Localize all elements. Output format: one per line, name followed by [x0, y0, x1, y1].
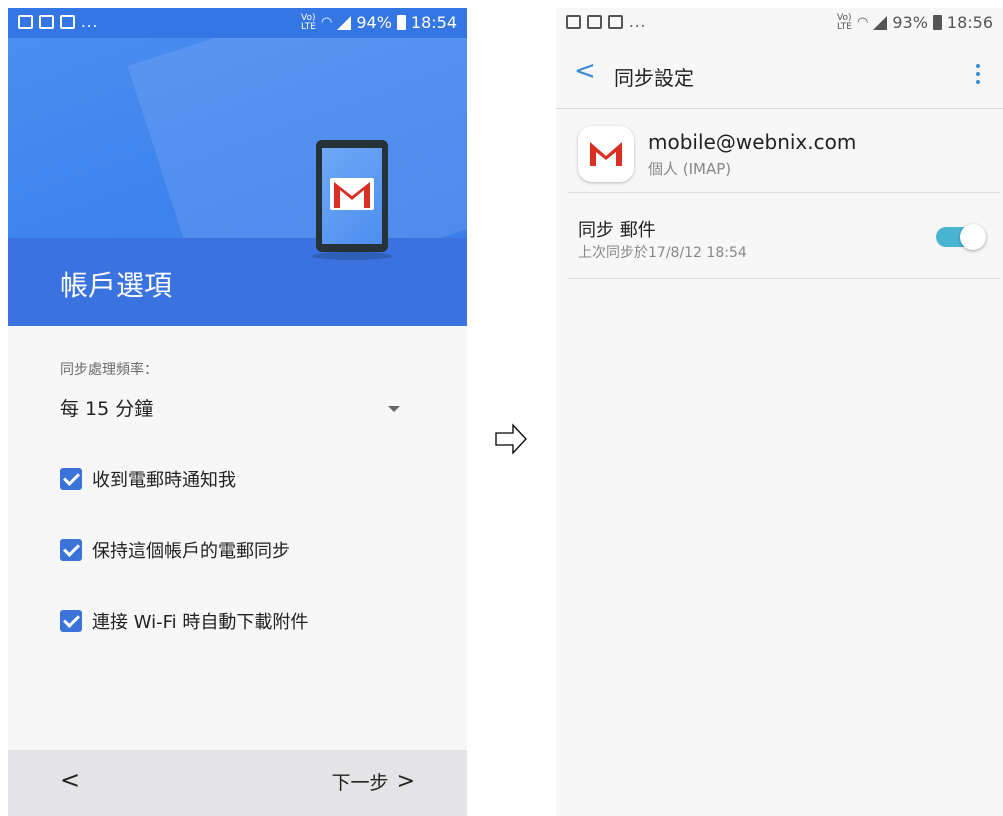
chevron-right-icon: > [396, 769, 415, 794]
sync-account-label: 保持這個帳戶的電郵同步 [92, 541, 290, 562]
sync-mail-row[interactable]: 同步 郵件 上次同步於17/8/12 18:54 [568, 194, 1000, 279]
app-bar: < 同步設定 [556, 38, 1003, 109]
status-bar: ... Vo) LTE ◠ 94% 18:54 [8, 8, 467, 38]
more-notifications: ... [629, 13, 647, 31]
wifi-icon: ◠ [320, 15, 333, 30]
battery-icon [932, 15, 942, 30]
account-type: 個人 (IMAP) [648, 160, 732, 178]
instagram-notification-icon [608, 15, 623, 29]
sync-mail-toggle[interactable] [936, 224, 986, 250]
more-notifications: ... [81, 13, 99, 31]
left-phone-screen: ... Vo) LTE ◠ 94% 18:54 帳戶選項 同步處理頻率： 每 1… [8, 8, 467, 816]
battery-percent: 93% [892, 13, 928, 32]
last-sync-time: 上次同步於17/8/12 18:54 [578, 245, 747, 261]
notify-on-email-option[interactable]: 收到電郵時通知我 [60, 466, 236, 492]
next-button[interactable]: 下一步 > [332, 768, 415, 795]
exit-notification-icon [60, 15, 75, 29]
volte-icon: Vo) LTE [301, 12, 316, 32]
gmail-app-icon [578, 126, 634, 182]
back-button[interactable]: < [60, 766, 80, 794]
signal-icon [873, 15, 888, 30]
battery-icon [396, 15, 406, 30]
account-email: mobile@webnix.com [648, 130, 857, 154]
transition-arrow-icon [495, 422, 527, 456]
status-bar: ... Vo) LTE ◠ 93% 18:56 [556, 8, 1003, 38]
page-title: 帳戶選項 [60, 269, 173, 302]
wizard-footer: < 下一步 > [8, 750, 467, 816]
right-phone-screen: ... Vo) LTE ◠ 93% 18:56 < 同步設定 mobile@web… [556, 8, 1003, 816]
sync-frequency-label: 同步處理頻率： [60, 362, 158, 378]
auto-download-label: 連接 Wi-Fi 時自動下載附件 [92, 612, 309, 633]
next-label: 下一步 [331, 772, 389, 794]
page-title: 同步設定 [614, 66, 694, 90]
sync-account-checkbox[interactable] [60, 539, 82, 561]
notify-label: 收到電郵時通知我 [92, 470, 236, 491]
mail-notification-icon [587, 15, 602, 29]
wifi-icon: ◠ [856, 15, 869, 30]
dropdown-caret-icon[interactable] [388, 406, 400, 412]
account-options-header: 帳戶選項 [8, 38, 467, 326]
account-row[interactable]: mobile@webnix.com 個人 (IMAP) [568, 114, 1000, 193]
instagram-notification-icon [39, 15, 54, 29]
clock: 18:56 [946, 13, 993, 32]
device-illustration [312, 140, 392, 260]
gmail-envelope-icon [330, 178, 374, 210]
auto-download-attachments-option[interactable]: 連接 Wi-Fi 時自動下載附件 [60, 608, 308, 634]
sync-account-option[interactable]: 保持這個帳戶的電郵同步 [60, 537, 290, 563]
signal-icon [337, 15, 352, 30]
gallery-notification-icon [18, 15, 33, 29]
battery-percent: 94% [356, 13, 392, 32]
more-options-icon[interactable] [976, 64, 981, 88]
sync-mail-title: 同步 郵件 [578, 220, 656, 241]
sync-frequency-dropdown[interactable]: 每 15 分鐘 [60, 394, 153, 421]
back-chevron-icon[interactable]: < [574, 56, 596, 86]
notify-checkbox[interactable] [60, 468, 82, 490]
volte-icon: Vo) LTE [837, 12, 852, 32]
clock: 18:54 [410, 13, 457, 32]
gallery-notification-icon [566, 15, 581, 29]
auto-download-checkbox[interactable] [60, 610, 82, 632]
options-panel: 同步處理頻率： 每 15 分鐘 收到電郵時通知我 保持這個帳戶的電郵同步 連接 … [8, 326, 467, 752]
